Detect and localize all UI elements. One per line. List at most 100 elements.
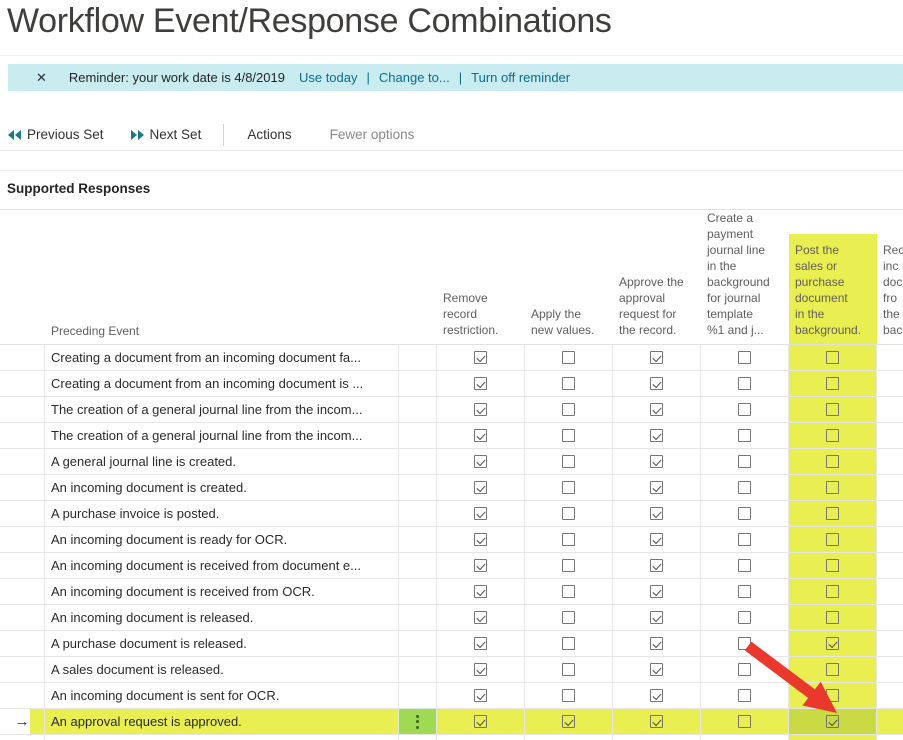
checkbox[interactable] [826,481,839,494]
next-set-button[interactable]: Next Set [131,127,202,142]
checkbox-cell-approve-approval-request[interactable] [613,371,701,396]
use-today-link[interactable]: Use today [299,70,358,85]
row-ellipsis-cell[interactable] [399,475,437,500]
table-row[interactable]: → Creating a document from an incoming d… [0,371,903,397]
checkbox-cell-create-payment-journal-line[interactable] [701,527,789,552]
checkbox-cell-post-document-in-background[interactable] [789,475,877,500]
checkbox[interactable] [650,663,663,676]
table-row[interactable]: → An incoming document is received from … [0,579,903,605]
row-selector-cell[interactable]: → [0,397,45,422]
checkbox-cell-create-payment-journal-line[interactable] [701,579,789,604]
checkbox[interactable] [738,637,751,650]
checkbox[interactable] [562,377,575,390]
checkbox[interactable] [562,455,575,468]
checkbox-cell-apply-new-values[interactable] [525,605,613,630]
checkbox[interactable] [562,507,575,520]
row-selector-cell[interactable]: → [0,449,45,474]
checkbox-cell-remove-record-restriction[interactable] [437,553,525,578]
checkbox[interactable] [474,533,487,546]
checkbox-cell-post-document-in-background[interactable] [789,631,877,656]
checkbox[interactable] [738,455,751,468]
table-row[interactable]: → A sales document is released. [0,657,903,683]
checkbox[interactable] [562,611,575,624]
checkbox-cell-create-payment-journal-line[interactable] [701,657,789,682]
checkbox[interactable] [650,715,663,728]
checkbox[interactable] [826,637,839,650]
table-row[interactable]: → An incoming document is received from … [0,553,903,579]
checkbox[interactable] [738,533,751,546]
column-header[interactable]: Apply thenew values. [525,306,613,347]
close-icon[interactable]: ✕ [36,70,47,86]
checkbox[interactable] [738,611,751,624]
checkbox-cell-remove-record-restriction[interactable] [437,631,525,656]
row-selector-cell[interactable]: → [0,605,45,630]
row-ellipsis-cell[interactable] [399,397,437,422]
checkbox-cell-create-payment-journal-line[interactable] [701,501,789,526]
checkbox-cell-approve-approval-request[interactable] [613,683,701,708]
preceding-event-cell[interactable]: An approval request is approved. [45,709,399,734]
table-row[interactable]: → A purchase document is released. [0,631,903,657]
checkbox[interactable] [562,637,575,650]
row-ellipsis-cell[interactable] [399,501,437,526]
row-selector-cell[interactable]: → [0,657,45,682]
checkbox-cell-remove-record-restriction[interactable] [437,683,525,708]
checkbox[interactable] [826,533,839,546]
checkbox-cell-apply-new-values[interactable] [525,631,613,656]
row-ellipsis-cell[interactable] [399,527,437,552]
fewer-options-button[interactable]: Fewer options [330,127,415,142]
checkbox[interactable] [650,559,663,572]
checkbox[interactable] [474,715,487,728]
checkbox-cell-create-payment-journal-line[interactable] [701,397,789,422]
preceding-event-cell[interactable]: A general journal line is created. [45,449,399,474]
checkbox-cell-apply-new-values[interactable] [525,345,613,370]
preceding-event-cell[interactable]: The creation of a general journal line f… [45,423,399,448]
column-header[interactable]: Removerecordrestriction. [437,290,525,347]
checkbox[interactable] [650,611,663,624]
checkbox-cell-remove-record-restriction[interactable] [437,345,525,370]
checkbox-cell-post-document-in-background[interactable] [789,527,877,552]
checkbox[interactable] [826,585,839,598]
checkbox[interactable] [474,481,487,494]
checkbox[interactable] [562,585,575,598]
checkbox-cell-apply-new-values[interactable] [525,501,613,526]
checkbox-cell-create-payment-journal-line[interactable] [701,423,789,448]
checkbox[interactable] [826,559,839,572]
column-header[interactable]: Approve theapprovalrequest forthe record… [613,274,701,347]
row-selector-cell[interactable]: → [0,371,45,396]
checkbox-cell-create-payment-journal-line[interactable] [701,631,789,656]
checkbox[interactable] [474,507,487,520]
checkbox-cell-apply-new-values[interactable] [525,449,613,474]
checkbox-cell-approve-approval-request[interactable] [613,397,701,422]
table-row[interactable]: → An incoming document is ready for OCR. [0,527,903,553]
row-selector-cell[interactable]: → [0,553,45,578]
checkbox-cell-post-document-in-background[interactable] [789,709,877,734]
preceding-event-cell[interactable]: A purchase invoice is posted. [45,501,399,526]
preceding-event-cell[interactable]: An incoming document is sent for OCR. [45,683,399,708]
preceding-event-cell[interactable]: The creation of a general journal line f… [45,397,399,422]
checkbox-cell-post-document-in-background[interactable] [789,371,877,396]
checkbox[interactable] [738,403,751,416]
checkbox-cell-post-document-in-background[interactable] [789,683,877,708]
preceding-event-cell[interactable]: An incoming document is released. [45,605,399,630]
table-row[interactable]: → The creation of a general journal line… [0,397,903,423]
column-header[interactable]: Create apaymentjournal linein thebackgro… [701,210,789,347]
preceding-event-cell[interactable]: Creating a document from an incoming doc… [45,345,399,370]
checkbox-cell-approve-approval-request[interactable] [613,657,701,682]
checkbox[interactable] [562,715,575,728]
row-ellipsis-cell[interactable] [399,631,437,656]
checkbox-cell-create-payment-journal-line[interactable] [701,449,789,474]
checkbox[interactable] [738,377,751,390]
checkbox-cell-apply-new-values[interactable] [525,553,613,578]
table-row[interactable]: → An incoming document is created. [0,475,903,501]
checkbox-cell-apply-new-values[interactable] [525,709,613,734]
checkbox[interactable] [562,351,575,364]
checkbox-cell-create-payment-journal-line[interactable] [701,709,789,734]
checkbox[interactable] [562,689,575,702]
checkbox-cell-approve-approval-request[interactable] [613,345,701,370]
checkbox-cell-apply-new-values[interactable] [525,475,613,500]
preceding-event-cell[interactable]: An incoming document is created. [45,475,399,500]
row-ellipsis-cell[interactable] [399,371,437,396]
checkbox[interactable] [650,585,663,598]
checkbox-cell-approve-approval-request[interactable] [613,553,701,578]
ellipsis-icon[interactable] [416,715,419,729]
